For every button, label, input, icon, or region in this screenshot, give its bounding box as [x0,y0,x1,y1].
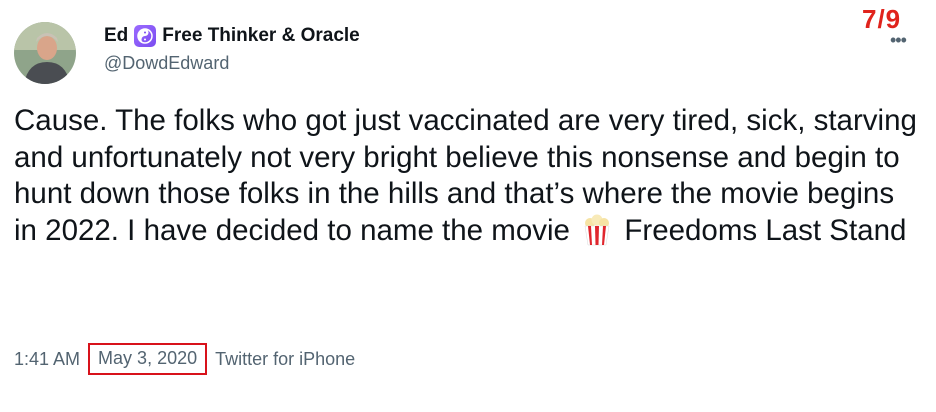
tweet-meta: 1:41 AM May 3, 2020 Twitter for iPhone [14,343,355,375]
more-options-button[interactable]: ••• [890,30,907,51]
tweet-source[interactable]: Twitter for iPhone [215,349,355,370]
bio-title: Free Thinker & Oracle [162,25,360,46]
author-name-row[interactable]: Ed Free Thinker & Oracle [104,25,360,47]
display-name[interactable]: Ed [104,25,128,47]
user-handle[interactable]: @DowdEdward [104,53,229,74]
avatar[interactable] [14,22,76,84]
tweet-date-highlighted[interactable]: May 3, 2020 [88,343,208,375]
popcorn-icon [582,214,612,256]
tweet-text-part-2: Freedoms Last Stand [624,213,907,247]
yin-yang-icon [134,25,157,47]
tweet-text: Cause. The folks who got just vaccinated… [14,103,919,255]
tweet-time[interactable]: 1:41 AM [14,349,80,370]
